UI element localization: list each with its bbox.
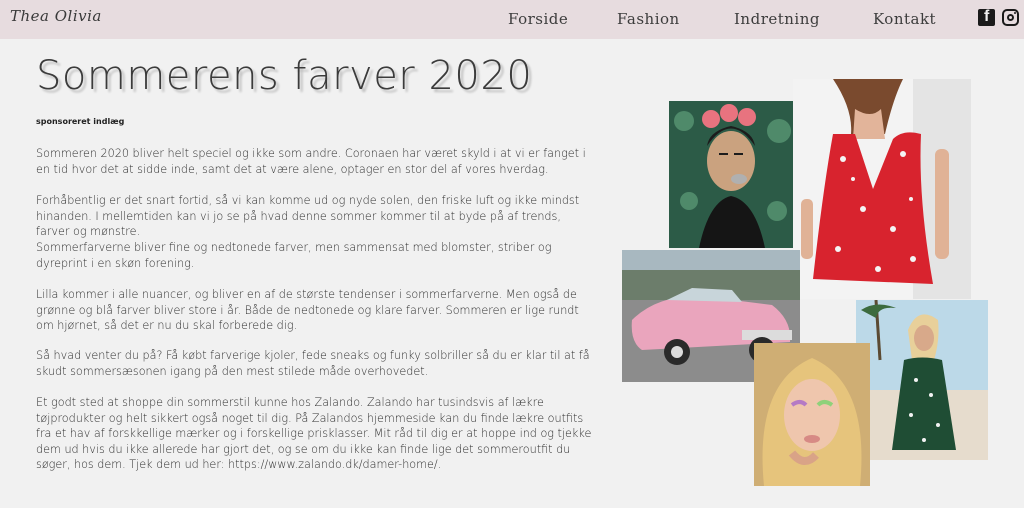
blonde-portrait-photo bbox=[754, 343, 870, 486]
article-paragraph: Forhåbentlig er det snart fortid, så vi … bbox=[36, 194, 580, 239]
site-logo[interactable]: Thea Olivia bbox=[10, 7, 102, 25]
article-paragraph: Et godt sted at shoppe din sommerstil ku… bbox=[36, 396, 592, 472]
nav-item-forside[interactable]: Forside bbox=[508, 10, 568, 28]
article-paragraph: Lilla kommer i alle nuancer, og bliver e… bbox=[36, 288, 579, 333]
nav-item-kontakt[interactable]: Kontakt bbox=[873, 10, 936, 28]
article-paragraph: Sommeren 2020 bliver helt speciel og ikk… bbox=[36, 147, 586, 176]
frida-kahlo-photo bbox=[669, 101, 793, 248]
nav-item-fashion[interactable]: Fashion bbox=[617, 10, 680, 28]
green-dress-beach-photo bbox=[856, 300, 988, 460]
article-paragraph: Så hvad venter du på? Få købt farverige … bbox=[36, 349, 590, 378]
site-header: Thea Olivia Forside Fashion Indretning K… bbox=[0, 0, 1024, 39]
facebook-icon[interactable]: f bbox=[978, 8, 995, 26]
article-paragraph: Sommerfarverne bliver fine og nedtonede … bbox=[36, 241, 552, 270]
instagram-icon[interactable] bbox=[1002, 9, 1019, 26]
page-title: Sommerens farver 2020 bbox=[36, 53, 533, 99]
red-dress-photo bbox=[793, 79, 971, 299]
sponsored-label: sponsoreret indlæg bbox=[36, 117, 125, 126]
nav-item-indretning[interactable]: Indretning bbox=[734, 10, 820, 28]
